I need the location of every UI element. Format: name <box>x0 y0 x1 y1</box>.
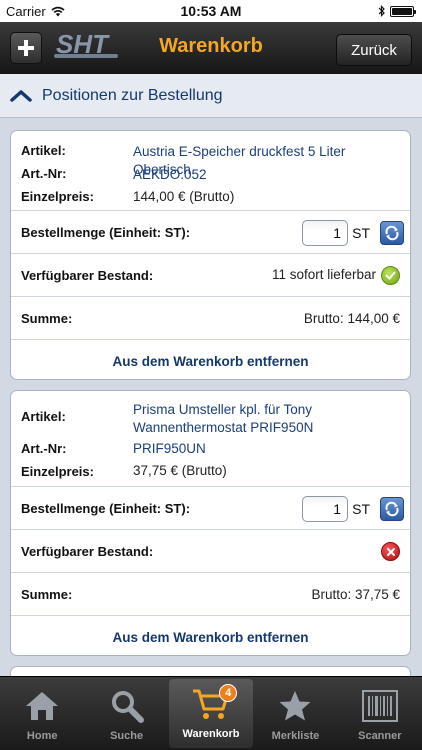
chevron-up-icon <box>10 89 36 102</box>
back-button[interactable]: Zurück <box>336 34 412 66</box>
sum-label: Summe: <box>21 587 73 602</box>
article-label: Artikel: <box>21 409 66 424</box>
item-info: Artikel: Prisma Umsteller kpl. für Tony … <box>11 391 410 487</box>
item-info: Artikel: Austria E-Speicher druckfest 5 … <box>11 131 410 211</box>
tab-label: Warenkorb <box>182 728 240 740</box>
cart-item-card: Artikel: Prisma Umsteller kpl. für Tony … <box>10 390 411 656</box>
quantity-input[interactable] <box>302 496 348 522</box>
status-bar: Carrier 10:53 AM <box>0 0 422 22</box>
sum-value: Brutto: 37,75 € <box>311 587 400 602</box>
section-title: Positionen zur Bestellung <box>42 86 223 104</box>
stock-label: Verfügbarer Bestand: <box>21 268 154 283</box>
artnr-value: AEKDO.052 <box>133 167 207 182</box>
cart-count-badge: 4 <box>219 684 238 702</box>
article-label: Artikel: <box>21 143 66 158</box>
quantity-label: Bestellmenge (Einheit: ST): <box>21 225 191 240</box>
tab-scanner[interactable]: Scanner <box>338 677 422 750</box>
tab-bar: Home Suche 4 Warenkorb Merkliste Scanner <box>0 676 422 750</box>
article-name: Prisma Umsteller kpl. für Tony Wannenthe… <box>133 402 314 435</box>
artnr-value: PRIF950UN <box>133 441 206 456</box>
remove-from-cart-button[interactable]: Aus dem Warenkorb entfernen <box>11 630 410 645</box>
tab-label: Scanner <box>358 730 402 742</box>
search-icon <box>107 686 147 726</box>
stock-row: Verfügbarer Bestand: <box>11 530 410 573</box>
quantity-row: Bestellmenge (Einheit: ST): ST <box>11 211 410 254</box>
price-label: Einzelpreis: <box>21 189 94 204</box>
unit-label: ST <box>352 501 370 517</box>
tab-label: Suche <box>110 730 144 742</box>
price-value: 144,00 € (Brutto) <box>133 189 235 204</box>
sum-row: Summe: Brutto: 37,75 € <box>11 573 410 616</box>
remove-row: Aus dem Warenkorb entfernen <box>11 616 410 655</box>
stock-text: 11 sofort lieferbar <box>271 267 376 282</box>
artnr-label: Art.-Nr: <box>21 166 67 181</box>
section-header[interactable]: Positionen zur Bestellung <box>0 74 422 118</box>
tab-favorites[interactable]: Merkliste <box>253 677 337 750</box>
refresh-icon <box>385 501 399 517</box>
artnr-label: Art.-Nr: <box>21 441 67 456</box>
battery-icon <box>390 5 416 17</box>
bluetooth-icon <box>378 5 385 17</box>
sum-label: Summe: <box>21 311 73 326</box>
nav-bar: SHT Warenkorb Zurück <box>0 22 422 74</box>
stock-label: Verfügbarer Bestand: <box>21 544 154 559</box>
status-time: 10:53 AM <box>180 3 242 19</box>
barcode-icon <box>360 686 400 726</box>
tab-cart[interactable]: 4 Warenkorb <box>168 679 254 748</box>
tab-label: Home <box>26 730 58 742</box>
sum-row: Summe: Brutto: 144,00 € <box>11 297 410 340</box>
refresh-quantity-button[interactable] <box>380 221 404 245</box>
quantity-label: Bestellmenge (Einheit: ST): <box>21 501 191 516</box>
refresh-quantity-button[interactable] <box>380 497 404 521</box>
price-value: 37,75 € (Brutto) <box>133 463 227 478</box>
home-icon <box>22 686 62 726</box>
quantity-row: Bestellmenge (Einheit: ST): ST <box>11 487 410 530</box>
tab-label: Merkliste <box>271 730 320 742</box>
sum-value: Brutto: 144,00 € <box>303 311 400 326</box>
price-label: Einzelpreis: <box>21 464 94 479</box>
tab-home[interactable]: Home <box>0 677 84 750</box>
unavailable-icon <box>381 542 400 561</box>
check-icon <box>381 266 400 285</box>
quantity-input[interactable] <box>302 220 348 246</box>
refresh-icon <box>385 225 399 241</box>
remove-from-cart-button[interactable]: Aus dem Warenkorb entfernen <box>11 354 410 369</box>
remove-row: Aus dem Warenkorb entfernen <box>11 340 410 379</box>
unit-label: ST <box>352 225 370 241</box>
cart-item-card: Artikel: Austria E-Speicher druckfest 5 … <box>10 130 411 380</box>
tab-search[interactable]: Suche <box>84 677 168 750</box>
star-icon <box>275 686 315 726</box>
stock-row: Verfügbarer Bestand: 11 sofort lieferbar <box>11 254 410 297</box>
